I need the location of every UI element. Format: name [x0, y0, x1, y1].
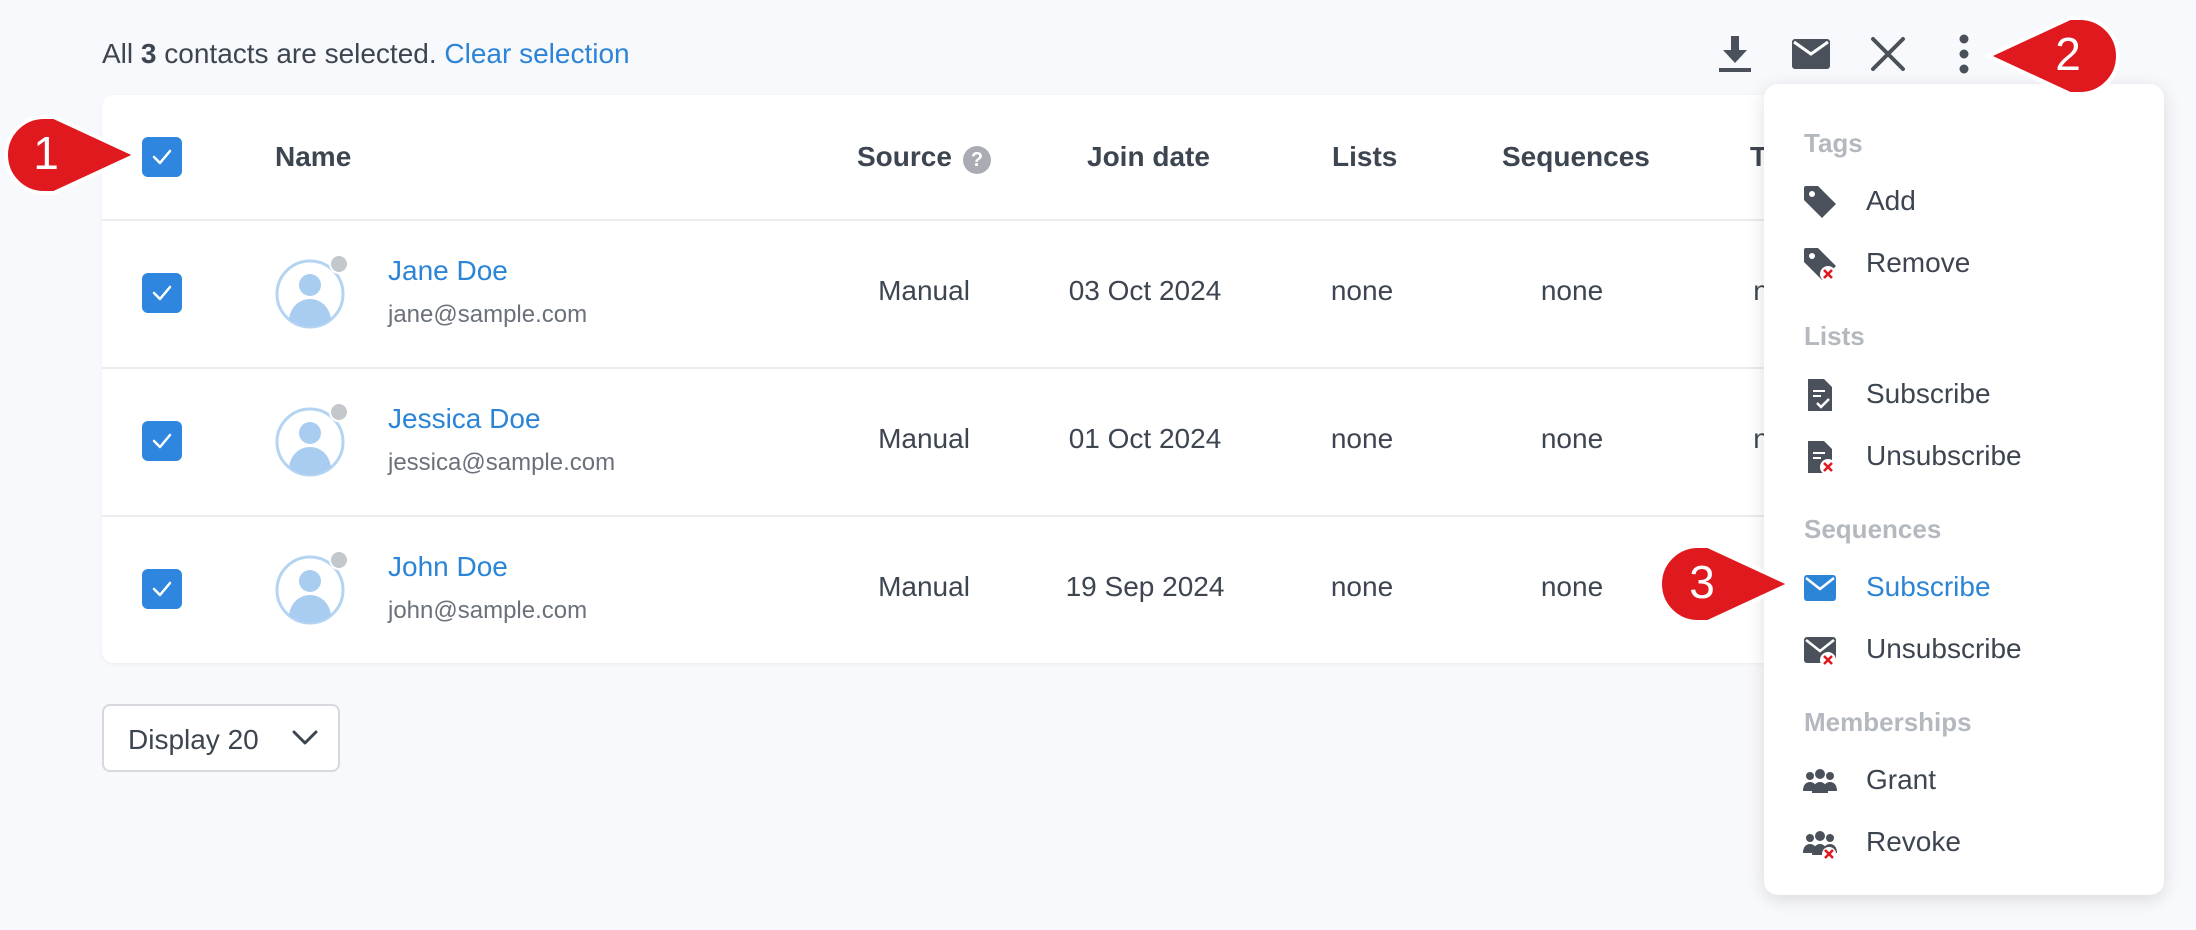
select-all-checkbox[interactable]: [142, 137, 182, 177]
menu-item-tags-add[interactable]: Add: [1764, 174, 2164, 230]
menu-item-memberships-revoke[interactable]: Revoke: [1764, 815, 2164, 871]
callout-badge-3: 3: [1656, 542, 1795, 631]
download-icon[interactable]: [1713, 32, 1757, 76]
callout-badge-1: 1: [0, 113, 141, 202]
cell-join-date: 03 Oct 2024: [1068, 275, 1222, 306]
row-checkbox[interactable]: [142, 273, 182, 313]
callout-number: 1: [33, 127, 59, 179]
cell-sequences: none: [1540, 423, 1604, 454]
cell-lists: none: [1330, 423, 1394, 454]
menu-item-label: Add: [1866, 185, 1916, 216]
clear-selection-link[interactable]: Clear selection: [444, 38, 629, 69]
display-count-select[interactable]: Display 20: [102, 704, 340, 772]
menu-section-tags: Tags: [1804, 128, 1863, 158]
menu-item-lists-unsubscribe[interactable]: Unsubscribe: [1764, 429, 2164, 485]
menu-item-label: Subscribe: [1866, 571, 1991, 602]
bulk-actions-menu: Tags Add Remove Lists Subscribe Unsubscr…: [1764, 84, 2164, 895]
menu-item-lists-subscribe[interactable]: Subscribe: [1764, 367, 2164, 423]
table-row[interactable]: Jane Doe jane@sample.com Manual 03 Oct 2…: [102, 221, 1822, 367]
menu-item-label: Grant: [1866, 764, 1937, 795]
selection-prefix: All: [102, 38, 134, 69]
menu-item-label: Subscribe: [1866, 378, 1991, 409]
selection-status: All 3 contacts are selected. Clear selec…: [102, 38, 630, 70]
callout-number: 3: [1689, 556, 1715, 608]
list-check-icon: [1808, 379, 1832, 411]
chevron-down-icon: [292, 730, 318, 745]
selection-count: 3: [140, 38, 157, 69]
mail-icon: [1804, 575, 1836, 601]
menu-section-sequences: Sequences: [1804, 514, 1942, 544]
table-row[interactable]: Jessica Doe jessica@sample.com Manual 01…: [102, 369, 1822, 515]
menu-item-label: Remove: [1866, 247, 1971, 278]
column-name[interactable]: Name: [275, 141, 351, 173]
list-remove-icon: [1808, 441, 1836, 475]
cell-lists: none: [1330, 571, 1394, 602]
menu-item-label: Revoke: [1866, 826, 1961, 857]
users-remove-icon: [1803, 831, 1837, 861]
avatar: [275, 550, 349, 625]
users-icon: [1803, 769, 1837, 793]
avatar: [275, 402, 349, 477]
row-checkbox[interactable]: [142, 569, 182, 609]
contact-email: john@sample.com: [388, 597, 588, 624]
contacts-table: Name Source ? Join date Lists Sequences …: [102, 95, 1822, 663]
contact-name-link[interactable]: John Doe: [388, 551, 508, 583]
mail-remove-icon: [1804, 637, 1836, 668]
cell-lists: none: [1330, 275, 1394, 306]
table-row[interactable]: John Doe john@sample.com Manual 19 Sep 2…: [102, 517, 1822, 663]
callout-number: 2: [2055, 28, 2081, 80]
menu-item-label: Unsubscribe: [1866, 440, 2022, 471]
cell-source: Manual: [878, 275, 970, 306]
help-icon[interactable]: ?: [963, 146, 991, 174]
display-count-label: Display 20: [128, 724, 259, 755]
table-header: Name Source ? Join date Lists Sequences …: [102, 95, 1822, 219]
cell-sequences: none: [1540, 571, 1604, 602]
cell-join-date: 01 Oct 2024: [1068, 423, 1222, 454]
cell-source: Manual: [878, 571, 970, 602]
mail-icon[interactable]: [1789, 32, 1833, 76]
selection-suffix: contacts are selected.: [164, 38, 437, 69]
contact-email: jessica@sample.com: [388, 449, 616, 476]
cell-join-date: 19 Sep 2024: [1065, 571, 1225, 602]
row-checkbox[interactable]: [142, 421, 182, 461]
more-vertical-icon[interactable]: [1942, 32, 1986, 76]
menu-item-sequences-subscribe[interactable]: Subscribe: [1764, 560, 2164, 616]
menu-item-label: Unsubscribe: [1866, 633, 2022, 664]
close-icon[interactable]: [1866, 32, 1910, 76]
cell-source: Manual: [878, 423, 970, 454]
avatar: [275, 254, 349, 329]
menu-item-tags-remove[interactable]: Remove: [1764, 236, 2164, 292]
column-source[interactable]: Source: [857, 141, 952, 173]
column-lists[interactable]: Lists: [1332, 141, 1397, 173]
callout-badge-2: 2: [1983, 14, 2122, 103]
menu-section-memberships: Memberships: [1804, 707, 1972, 737]
column-join-date[interactable]: Join date: [1087, 141, 1210, 173]
menu-item-memberships-grant[interactable]: Grant: [1764, 753, 2164, 809]
menu-section-lists: Lists: [1804, 321, 1865, 351]
menu-item-sequences-unsubscribe[interactable]: Unsubscribe: [1764, 622, 2164, 678]
contact-name-link[interactable]: Jane Doe: [388, 255, 508, 287]
column-sequences[interactable]: Sequences: [1502, 141, 1650, 173]
cell-sequences: none: [1540, 275, 1604, 306]
contact-name-link[interactable]: Jessica Doe: [388, 403, 541, 435]
tag-icon: [1804, 186, 1836, 218]
contact-email: jane@sample.com: [388, 301, 588, 328]
tag-remove-icon: [1804, 248, 1836, 282]
